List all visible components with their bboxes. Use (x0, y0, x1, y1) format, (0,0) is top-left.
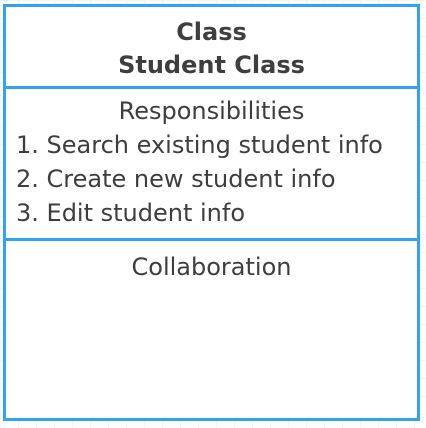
responsibilities-title: Responsibilities (118, 97, 305, 125)
crc-card-header: Class Student Class (6, 7, 417, 89)
class-keyword: Class (176, 18, 247, 46)
responsibility-item: 1. Search existing student info (16, 131, 383, 159)
responsibility-item: 3. Edit student info (16, 199, 246, 227)
responsibility-item: 2. Create new student info (16, 165, 336, 193)
responsibilities-list: 1. Search existing student info 2. Creat… (6, 128, 417, 230)
crc-card: Class Student Class Responsibilities 1. … (3, 4, 420, 421)
collaboration-title: Collaboration (131, 253, 292, 281)
responsibilities-section: Responsibilities 1. Search existing stud… (6, 89, 417, 241)
collaboration-section: Collaboration (6, 241, 417, 418)
class-name: Student Class (118, 51, 305, 79)
diagram-canvas: Class Student Class Responsibilities 1. … (0, 0, 426, 428)
